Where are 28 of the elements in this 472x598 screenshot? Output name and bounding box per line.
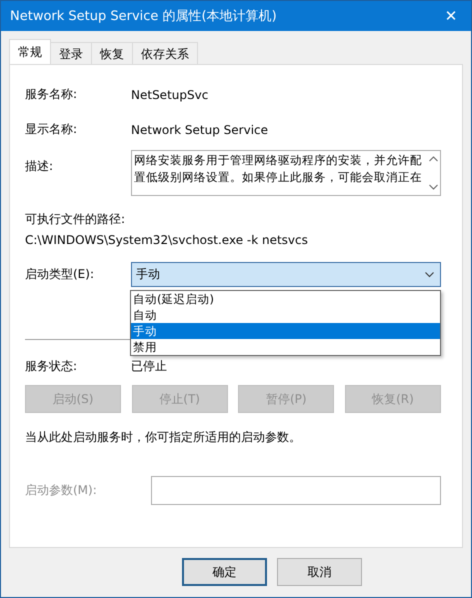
field-label: 服务名称: — [25, 86, 78, 103]
path-value: C:\WINDOWS\System32\svchost.exe -k netsvcs — [25, 233, 309, 247]
tab[interactable]: 依存关系 — [132, 42, 198, 64]
dropdown-option[interactable]: 手动 — [131, 323, 440, 339]
field-label: 显示名称: — [25, 121, 78, 138]
window-title: Network Setup Service 的属性(本地计算机) — [10, 8, 277, 25]
display-name-value: Network Setup Service — [131, 122, 268, 136]
field-label: 可执行文件的路径: — [25, 211, 126, 228]
hint-text: 当从此处启动服务时，你可指定所适用的启动参数。 — [25, 429, 302, 446]
start-parameters-field[interactable] — [151, 476, 441, 505]
field-label: 启动类型(E): — [25, 266, 95, 283]
service-name-value: NetSetupSvc — [131, 88, 208, 102]
close-button[interactable]: ✕ — [431, 7, 471, 25]
tab[interactable]: 常规 — [9, 39, 51, 64]
dropdown-option[interactable]: 自动(延迟启动) — [131, 291, 440, 307]
service-status-value: 已停止 — [131, 358, 167, 375]
description-box[interactable]: 网络安装服务用于管理网络驱动程序的安装，并允许配置低级别网络设置。如果停止此服务，可能会取消正在 — [131, 150, 441, 196]
scroll-up-icon[interactable] — [428, 156, 438, 162]
startup-type-dropdown[interactable]: 手动 — [131, 262, 441, 287]
dialog-button[interactable]: 确定 — [182, 558, 267, 586]
field-label: 服务状态: — [25, 358, 78, 375]
dropdown-option[interactable]: 禁用 — [131, 339, 440, 355]
scroll-down-icon[interactable] — [428, 184, 438, 190]
chevron-down-icon — [425, 272, 434, 278]
field-label: 启动参数(M): — [25, 482, 98, 499]
dialog-button[interactable]: 取消 — [277, 558, 362, 586]
field-label: 描述: — [25, 158, 54, 175]
dropdown-option[interactable]: 自动 — [131, 307, 440, 323]
